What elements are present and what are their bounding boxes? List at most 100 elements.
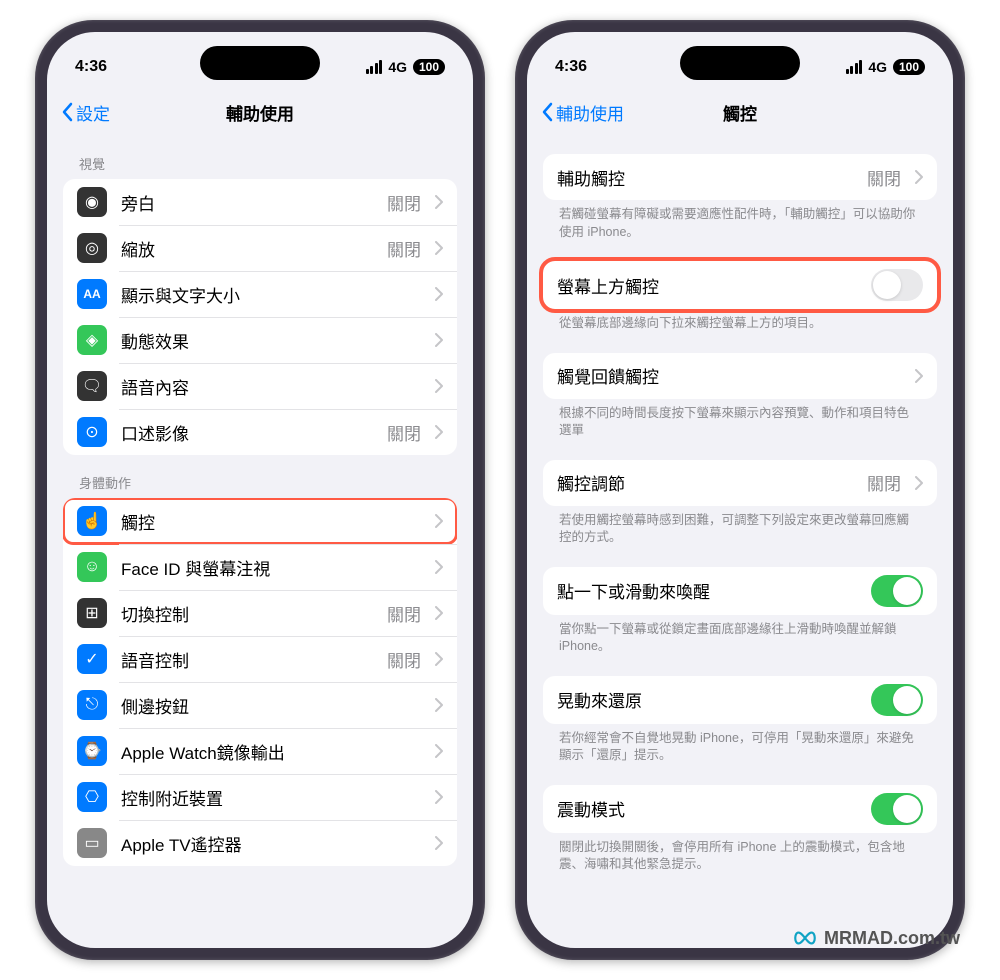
battery-icon: 100 [893, 59, 925, 75]
settings-row[interactable]: ◈動態效果 [63, 317, 457, 363]
settings-row[interactable]: ☺ Face ID 與螢幕注視 [63, 544, 457, 590]
settings-row[interactable]: AA顯示與文字大小 [63, 271, 457, 317]
group-physical: ☝觸控☺Face ID 與螢幕注視⊞切換控制關閉✓語音控制關閉⎋側邊按鈕⌚App… [63, 498, 457, 866]
row-label: 觸覺回饋觸控 [557, 363, 901, 388]
chevron-right-icon [435, 514, 443, 528]
row-label: 觸控調節 [557, 470, 853, 495]
settings-row[interactable]: ▭Apple TV遙控器 [63, 820, 457, 866]
row-icon: ◉ [77, 187, 107, 217]
row-label: 語音內容 [121, 374, 421, 399]
row-label: 口述影像 [121, 420, 373, 445]
settings-row[interactable]: ⊙口述影像關閉 [63, 409, 457, 455]
row-label: 觸控 [121, 509, 421, 534]
back-button[interactable]: 設定 [61, 100, 110, 125]
phone-right: 4:36 4G 100 輔助使用 觸控 輔助觸控 關閉 [515, 20, 965, 960]
settings-row[interactable]: ⊞ 切換控制關閉 [63, 590, 457, 636]
row-vibration[interactable]: 震動模式 [543, 785, 937, 833]
watermark-text: MRMAD.com.tw [824, 928, 960, 949]
footer-haptic: 根據不同的時間長度按下螢幕來顯示內容預覽、動作和項目特色選單 [543, 399, 937, 442]
row-icon: ⊞ [77, 598, 107, 628]
row-tap-to-wake[interactable]: 點一下或滑動來喚醒 [543, 567, 937, 615]
phone-left: 4:36 4G 100 設定 輔助使用 視覺 ◉旁白關閉◎縮放關閉AA顯示與文字… [35, 20, 485, 960]
row-assistive-touch[interactable]: 輔助觸控 關閉 [543, 154, 937, 200]
row-label: Face ID 與螢幕注視 [121, 555, 421, 580]
footer-reachability: 從螢幕底部邊緣向下拉來觸控螢幕上方的項目。 [543, 309, 937, 335]
row-shake-to-undo[interactable]: 晃動來還原 [543, 676, 937, 724]
row-reachability[interactable]: 螢幕上方觸控 [543, 261, 937, 309]
chevron-right-icon [435, 195, 443, 209]
page-title: 輔助使用 [47, 100, 473, 125]
row-label: 縮放 [121, 236, 373, 261]
row-haptic-touch[interactable]: 觸覺回饋觸控 [543, 353, 937, 399]
row-label: 輔助觸控 [557, 165, 853, 190]
row-icon: ◈ [77, 325, 107, 355]
row-label: 點一下或滑動來喚醒 [557, 578, 857, 603]
chevron-right-icon [435, 652, 443, 666]
footer-vibration: 關閉此切換開關後，會停用所有 iPhone 上的震動模式，包含地震、海嘯和其他緊… [543, 833, 937, 876]
toggle-reachability[interactable] [871, 269, 923, 301]
row-icon: ☺ [77, 552, 107, 582]
row-status: 關閉 [387, 647, 421, 672]
footer-touch-accommodations: 若使用觸控螢幕時感到困難，可調整下列設定來更改螢幕回應觸控的方式。 [543, 506, 937, 549]
chevron-right-icon [915, 369, 923, 383]
network-label: 4G [388, 59, 407, 75]
row-icon: 🗨 [77, 371, 107, 401]
row-label: 螢幕上方觸控 [557, 273, 857, 298]
group-reachability: 螢幕上方觸控 [543, 261, 937, 309]
back-button[interactable]: 輔助使用 [541, 100, 624, 125]
row-label: Apple TV遙控器 [121, 831, 421, 856]
chevron-right-icon [435, 333, 443, 347]
row-icon: ☝ [77, 506, 107, 536]
footer-tap-to-wake: 當你點一下螢幕或從鎖定畫面底部邊緣往上滑動時喚醒並解鎖 iPhone。 [543, 615, 937, 658]
row-status: 關閉 [387, 420, 421, 445]
row-label: 晃動來還原 [557, 687, 857, 712]
row-label: Apple Watch鏡像輸出 [121, 739, 421, 764]
settings-row[interactable]: ◉旁白關閉 [63, 179, 457, 225]
section-header-physical: 身體動作 [63, 455, 457, 498]
settings-row[interactable]: ✓語音控制關閉 [63, 636, 457, 682]
nav-bar: 設定 輔助使用 [47, 88, 473, 136]
settings-row[interactable]: 🗨 語音內容 [63, 363, 457, 409]
group-vision: ◉旁白關閉◎縮放關閉AA顯示與文字大小◈動態效果🗨語音內容⊙口述影像關閉 [63, 179, 457, 455]
dynamic-island [200, 46, 320, 80]
row-label: 顯示與文字大小 [121, 282, 421, 307]
row-status: 關閉 [387, 236, 421, 261]
chevron-right-icon [435, 698, 443, 712]
settings-row[interactable]: ◎ 縮放關閉 [63, 225, 457, 271]
row-label: 震動模式 [557, 796, 857, 821]
back-label: 輔助使用 [556, 100, 624, 125]
footer-assistive-touch: 若觸碰螢幕有障礙或需要適應性配件時，「輔助觸控」可以協助你使用 iPhone。 [543, 200, 937, 243]
row-label: 切換控制 [121, 601, 373, 626]
row-icon: ⌚ [77, 736, 107, 766]
toggle-vibration[interactable] [871, 793, 923, 825]
settings-row[interactable]: ☝ 觸控 [63, 498, 457, 544]
chevron-left-icon [61, 102, 73, 122]
group-vibration: 震動模式 [543, 785, 937, 833]
chevron-right-icon [435, 241, 443, 255]
row-icon: ✓ [77, 644, 107, 674]
group-tap-to-wake: 點一下或滑動來喚醒 [543, 567, 937, 615]
group-shake-to-undo: 晃動來還原 [543, 676, 937, 724]
network-label: 4G [868, 59, 887, 75]
toggle-tap-to-wake[interactable] [871, 575, 923, 607]
chevron-right-icon [435, 287, 443, 301]
row-label: 側邊按鈕 [121, 693, 421, 718]
watermark: MRMAD.com.tw [792, 925, 960, 951]
chevron-right-icon [435, 560, 443, 574]
chevron-right-icon [435, 425, 443, 439]
infinity-icon [792, 925, 818, 951]
settings-row[interactable]: ⎋側邊按鈕 [63, 682, 457, 728]
chevron-right-icon [435, 836, 443, 850]
row-label: 控制附近裝置 [121, 785, 421, 810]
chevron-right-icon [915, 476, 923, 490]
row-status: 關閉 [387, 601, 421, 626]
settings-row[interactable]: ⎔ 控制附近裝置 [63, 774, 457, 820]
settings-row[interactable]: ⌚ Apple Watch鏡像輸出 [63, 728, 457, 774]
toggle-shake-to-undo[interactable] [871, 684, 923, 716]
row-icon: ⎔ [77, 782, 107, 812]
chevron-right-icon [435, 744, 443, 758]
back-label: 設定 [76, 100, 110, 125]
row-icon: ◎ [77, 233, 107, 263]
row-touch-accommodations[interactable]: 觸控調節 關閉 [543, 460, 937, 506]
status-time: 4:36 [555, 58, 587, 76]
